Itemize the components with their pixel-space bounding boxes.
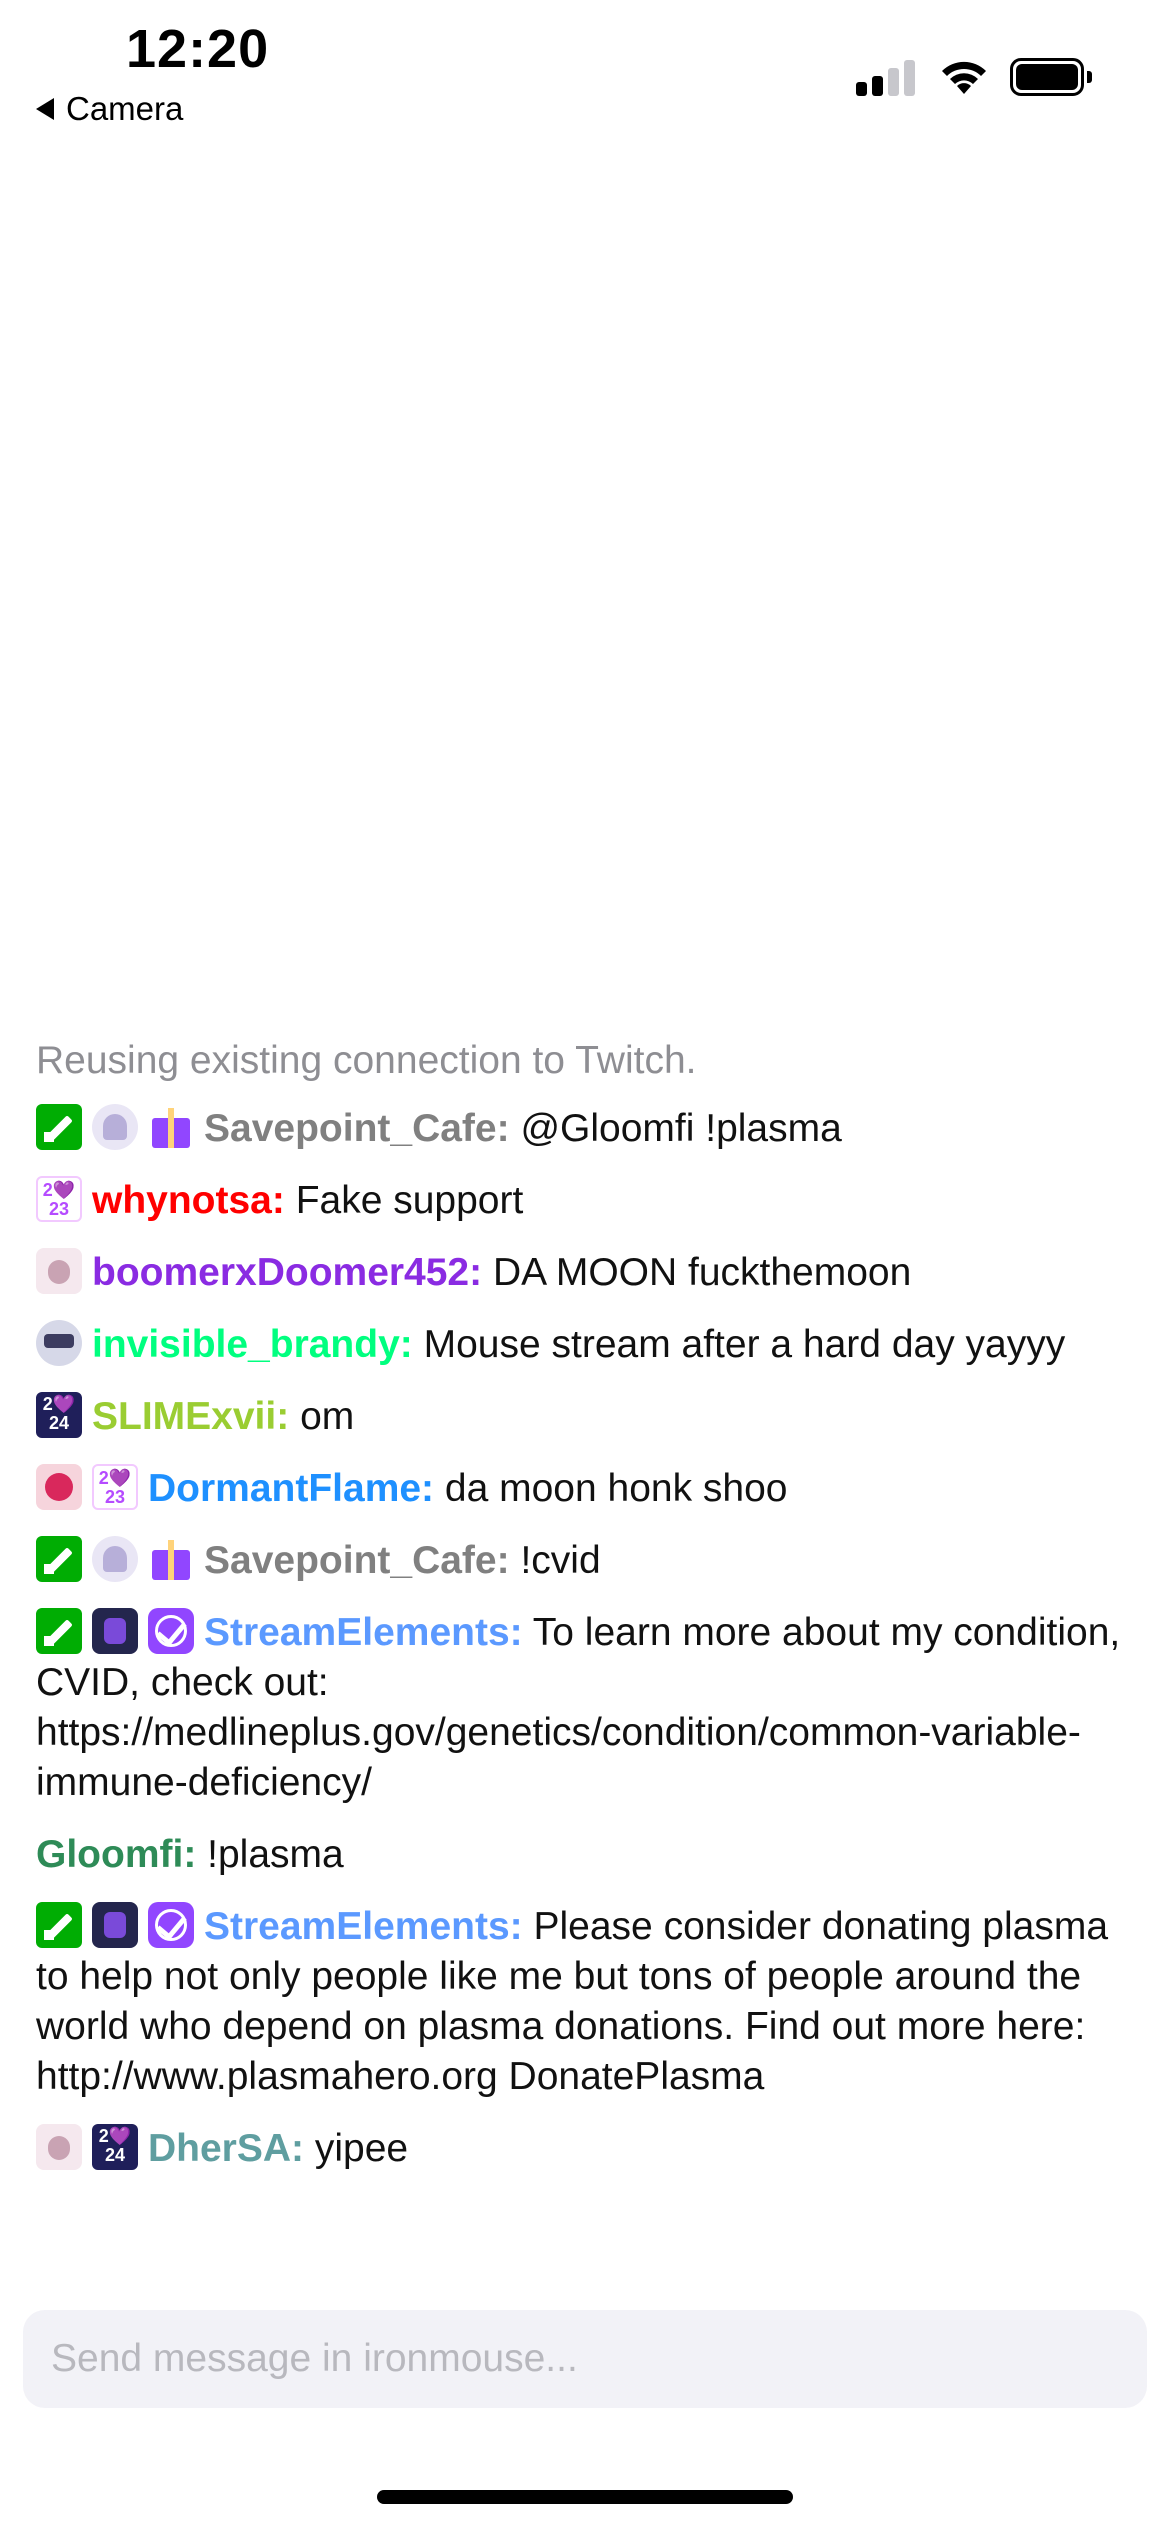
chat-username[interactable]: DherSA: [148, 2127, 304, 2170]
status-time: 12:20 [126, 19, 270, 79]
moderator-badge-icon [36, 1536, 82, 1582]
chat-message: 2💜 24 DherSA: yipee [36, 2124, 1136, 2174]
chat-text: Please consider donating plasma to help … [36, 1905, 1109, 2098]
chat-message: 2💜 24 SLIMExvii: om [36, 1392, 1136, 1442]
chat-username[interactable]: DormantFlame: [148, 1467, 434, 1510]
chat-username[interactable]: StreamElements: [204, 1905, 523, 1948]
chat-log: Reusing existing connection to Twitch. S… [36, 1036, 1136, 2196]
knight-badge-icon [92, 1608, 138, 1654]
chat-username[interactable]: SLIMExvii: [92, 1395, 289, 1438]
gift-badge-icon [148, 1104, 194, 1150]
mouse-ears-badge-icon [36, 1248, 82, 1294]
knight-badge-icon [92, 1902, 138, 1948]
chat-username[interactable]: Savepoint_Cafe: [204, 1539, 510, 1582]
chat-text: Mouse stream after a hard day yayyy [423, 1323, 1066, 1366]
chat-message: Gloomfi: !plasma [36, 1830, 1136, 1880]
gift-badge-icon [148, 1536, 194, 1582]
chat-message: StreamElements: To learn more about my c… [36, 1608, 1136, 1808]
chat-text: da moon honk shoo [444, 1467, 788, 1510]
battery-icon [1010, 58, 1094, 98]
year-2023-badge-icon: 2💜 23 [36, 1176, 82, 1222]
wifi-icon [942, 61, 986, 94]
back-app-label: Camera [66, 90, 184, 127]
message-input[interactable] [49, 2336, 1121, 2382]
chat-message: Savepoint_Cafe: @Gloomfi !plasma [36, 1104, 1136, 1154]
moderator-badge-icon [36, 1104, 82, 1150]
year-2023-badge-icon: 2💜 23 [92, 1464, 138, 1510]
subscriber-ghost-badge-icon [92, 1104, 138, 1150]
year-2024-badge-icon: 2💜 24 [36, 1392, 82, 1438]
subscriber-ghost-badge-icon [92, 1536, 138, 1582]
chat-username[interactable]: Gloomfi: [36, 1833, 196, 1876]
masked-badge-icon [36, 1320, 82, 1366]
chat-message: Savepoint_Cafe: !cvid [36, 1536, 1136, 1586]
chat-username[interactable]: Savepoint_Cafe: [204, 1107, 510, 1150]
cellular-signal-icon [856, 58, 918, 96]
chat-message: invisible_brandy: Mouse stream after a h… [36, 1320, 1136, 1370]
chat-text: yipee [314, 2127, 409, 2170]
chat-text: !cvid [520, 1539, 601, 1582]
chat-text: om [300, 1395, 355, 1438]
chat-text: DA MOON fuckthemoon [492, 1251, 912, 1294]
chat-text: @Gloomfi !plasma [520, 1107, 842, 1150]
chat-text: To learn more about my condition, CVID, … [36, 1611, 1121, 1804]
chat-username[interactable]: StreamElements: [204, 1611, 523, 1654]
chat-username[interactable]: boomerxDoomer452: [92, 1251, 482, 1294]
chat-message: 2💜 23 DormantFlame: da moon honk shoo [36, 1464, 1136, 1514]
back-arrow-icon [36, 98, 54, 120]
verified-bot-badge-icon [148, 1608, 194, 1654]
status-bar: 12:20 Camera [0, 0, 1170, 140]
year-2024-badge-icon: 2💜 24 [92, 2124, 138, 2170]
demon-badge-icon [36, 1464, 82, 1510]
chat-message: 2💜 23 whynotsa: Fake support [36, 1176, 1136, 1226]
mouse-ears-badge-icon [36, 2124, 82, 2170]
chat-message: StreamElements: Please consider donating… [36, 1902, 1136, 2102]
chat-message: boomerxDoomer452: DA MOON fuckthemoon [36, 1248, 1136, 1298]
chat-text: Fake support [295, 1179, 524, 1222]
system-message: Reusing existing connection to Twitch. [36, 1039, 697, 1082]
moderator-badge-icon [36, 1608, 82, 1654]
chat-username[interactable]: whynotsa: [92, 1179, 285, 1222]
moderator-badge-icon [36, 1902, 82, 1948]
message-input-container[interactable] [23, 2310, 1147, 2408]
chat-text: !plasma [207, 1833, 344, 1876]
verified-bot-badge-icon [148, 1902, 194, 1948]
home-indicator[interactable] [377, 2490, 793, 2504]
chat-username[interactable]: invisible_brandy: [92, 1323, 413, 1366]
back-to-camera-button[interactable]: Camera [36, 90, 183, 128]
